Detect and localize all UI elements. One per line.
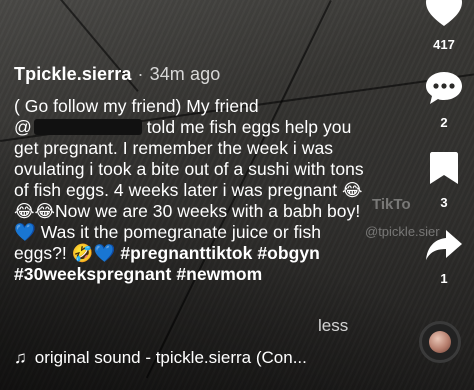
like-button[interactable]: 417 xyxy=(414,0,474,52)
bookmark-count: 3 xyxy=(440,195,448,210)
caption-text: ( Go follow my friend) My friend xyxy=(14,96,259,116)
sound-disc-avatar xyxy=(429,331,451,353)
sound-row[interactable]: ♫ original sound - tpickle.sierra (Con... xyxy=(14,348,307,368)
share-count: 1 xyxy=(440,271,448,286)
redacted-mention xyxy=(33,119,142,135)
hashtag-link[interactable]: #newmom xyxy=(176,264,262,284)
comment-icon xyxy=(426,72,462,104)
like-count: 417 xyxy=(433,37,455,52)
caption-emojis: 🤣💙 xyxy=(71,243,116,263)
post-time: 34m ago xyxy=(149,64,221,84)
username[interactable]: Tpickle.sierra xyxy=(14,64,131,84)
header-separator: · xyxy=(137,64,144,84)
sound-disc[interactable] xyxy=(419,321,461,363)
hashtag-link[interactable]: #30weekspregnant xyxy=(14,264,171,284)
share-button[interactable]: 1 xyxy=(414,228,474,286)
less-button[interactable]: less xyxy=(318,316,348,336)
mention-at: @ xyxy=(14,117,32,137)
heart-icon xyxy=(426,0,462,26)
bookmark-button[interactable]: 3 xyxy=(414,150,474,210)
post-caption: ( Go follow my friend) My friend @ told … xyxy=(14,96,364,285)
hashtag-link[interactable]: #obgyn xyxy=(257,243,320,263)
music-note-icon: ♫ xyxy=(14,348,27,367)
share-icon xyxy=(426,230,462,260)
comment-button[interactable]: 2 xyxy=(414,70,474,130)
bookmark-icon xyxy=(430,152,458,184)
caption-text: told me fish eggs help you get pregnant.… xyxy=(14,117,364,263)
hashtag-link[interactable]: #pregnanttiktok xyxy=(120,243,252,263)
comment-count: 2 xyxy=(440,115,448,130)
sound-label: original sound - tpickle.sierra (Con... xyxy=(34,348,307,367)
post-header: Tpickle.sierra · 34m ago xyxy=(14,64,220,85)
tiktok-watermark: TikTo xyxy=(372,196,411,213)
